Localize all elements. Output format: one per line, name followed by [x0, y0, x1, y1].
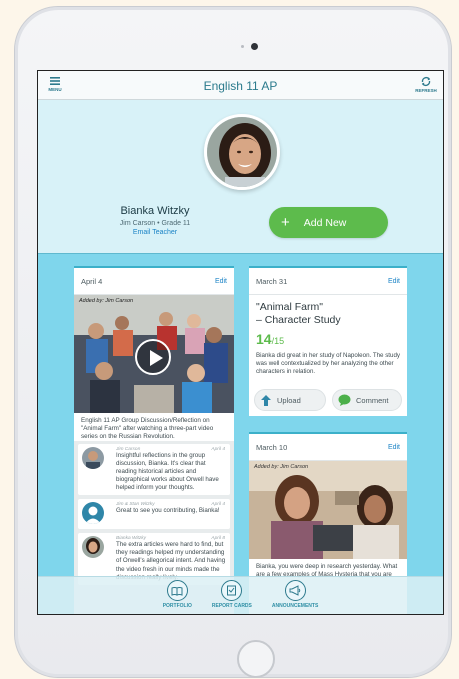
- default-user-icon: [82, 502, 104, 525]
- comment-text: Great to see you contributing, Bianka!: [116, 507, 220, 515]
- video-thumbnail[interactable]: Added by: Jim Carson: [74, 295, 234, 413]
- refresh-icon: [421, 76, 431, 87]
- book-icon: [166, 580, 188, 601]
- front-camera: [251, 43, 258, 50]
- add-new-button[interactable]: + Add New: [269, 207, 388, 238]
- plus-icon: +: [281, 214, 290, 231]
- research-photo[interactable]: Added by: Jim Carson: [249, 461, 407, 559]
- comment-text: Insightful reflections in the group disc…: [116, 452, 219, 492]
- comment-button[interactable]: Comment: [332, 389, 402, 411]
- sensor-dot: [241, 45, 244, 48]
- comment-date: April 4: [211, 447, 225, 452]
- student-name: Bianka Witzky: [120, 205, 190, 217]
- tab-portfolio[interactable]: PORTFOLIO: [163, 580, 192, 614]
- upload-arrow-icon: [261, 394, 271, 406]
- added-by-label: Added by: Jim Carson: [79, 298, 134, 304]
- added-by-label: Added by: Jim Carson: [254, 464, 309, 470]
- teacher-note: Bianka did great in her study of Napoleo…: [256, 352, 401, 376]
- score-total: /15: [271, 336, 285, 347]
- comment-item: Jim Carson April 4 Insightful reflection…: [78, 444, 230, 496]
- comment-date: April 4: [211, 502, 225, 508]
- tab-report-cards[interactable]: REPORT CARDS: [212, 580, 252, 614]
- card-header: March 10 Edit: [249, 434, 407, 461]
- tab-announcements[interactable]: ANNOUNCEMENTS: [272, 580, 318, 614]
- edit-link[interactable]: Edit: [215, 278, 227, 285]
- card-date: April 4: [81, 276, 103, 286]
- portfolio-card-grade: March 31 Edit "Animal Farm" – Character …: [249, 266, 407, 416]
- comment-label: Comment: [356, 395, 389, 405]
- play-icon[interactable]: [135, 339, 171, 375]
- tab-label: PORTFOLIO: [162, 603, 192, 609]
- assignment-title-line2: – Character Study: [256, 314, 341, 327]
- top-bar: MENU English 11 AP REFRESH: [38, 71, 443, 100]
- card-actions: Upload Comment: [249, 385, 407, 416]
- commenter-avatar: [82, 536, 104, 559]
- refresh-button[interactable]: REFRESH: [413, 76, 439, 98]
- assignment-score: 14/15: [249, 327, 407, 349]
- app-screen: MENU English 11 AP REFRESH Bianka Witzky…: [37, 70, 444, 615]
- student-profile: Bianka Witzky Jim Carson • Grade 11 Emai…: [38, 100, 443, 254]
- comment-item: Jim & Stan Witzky April 4 Great to see y…: [78, 499, 230, 530]
- assignment-title: "Animal Farm" – Character Study: [249, 295, 407, 327]
- card-date: March 10: [256, 442, 288, 452]
- score-value: 14: [256, 331, 272, 348]
- tab-label: REPORT CARDS: [211, 603, 252, 609]
- upload-button[interactable]: Upload: [254, 389, 326, 411]
- tab-label: ANNOUNCEMENTS: [271, 603, 319, 609]
- report-card-icon: [221, 580, 243, 601]
- edit-link[interactable]: Edit: [388, 444, 400, 451]
- card-date: March 31: [256, 276, 288, 286]
- portfolio-card-video: April 4 Edit Added by: Jim Carson Englis…: [74, 266, 234, 614]
- upload-label: Upload: [277, 395, 301, 405]
- email-teacher-link[interactable]: Email Teacher: [90, 229, 220, 236]
- commenter-avatar: [82, 447, 104, 469]
- card-header: March 31 Edit: [249, 268, 407, 295]
- comment-date: April 8: [211, 536, 225, 542]
- speech-bubble-icon: [338, 394, 351, 406]
- assignment-title-line1: "Animal Farm": [256, 301, 323, 313]
- add-new-label: Add New: [303, 216, 347, 229]
- bottom-tab-bar: PORTFOLIO REPORT CARDS ANNOUNCEMENTS: [38, 576, 443, 614]
- card-header: April 4 Edit: [74, 268, 234, 295]
- edit-link[interactable]: Edit: [388, 278, 400, 285]
- refresh-label: REFRESH: [415, 88, 437, 93]
- megaphone-icon: [284, 580, 306, 601]
- student-avatar: [204, 114, 280, 190]
- student-meta: Jim Carson • Grade 11: [119, 220, 191, 227]
- page-title: English 11 AP: [203, 79, 278, 93]
- home-button[interactable]: [237, 640, 275, 678]
